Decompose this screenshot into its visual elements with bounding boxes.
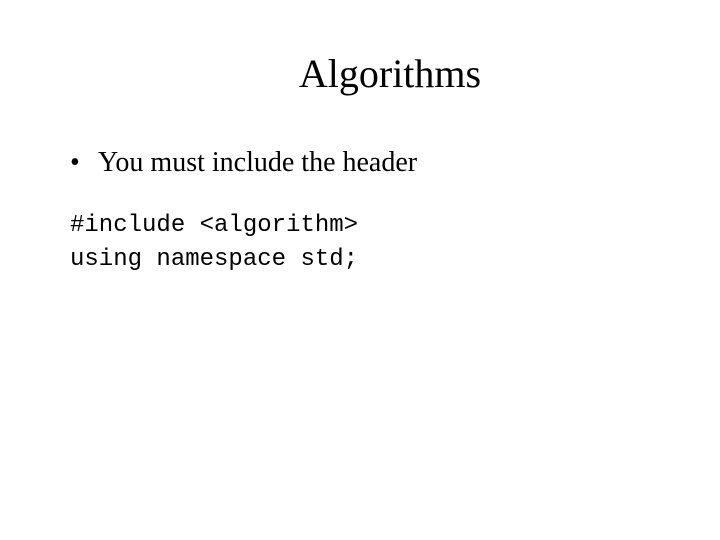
bullet-list: You must include the header — [70, 147, 650, 179]
code-line: using namespace std; — [70, 246, 358, 273]
slide-title: Algorithms — [130, 50, 650, 97]
code-line: #include <algorithm> — [70, 212, 358, 239]
code-block: #include <algorithm> using namespace std… — [70, 209, 650, 276]
bullet-item: You must include the header — [70, 147, 650, 179]
